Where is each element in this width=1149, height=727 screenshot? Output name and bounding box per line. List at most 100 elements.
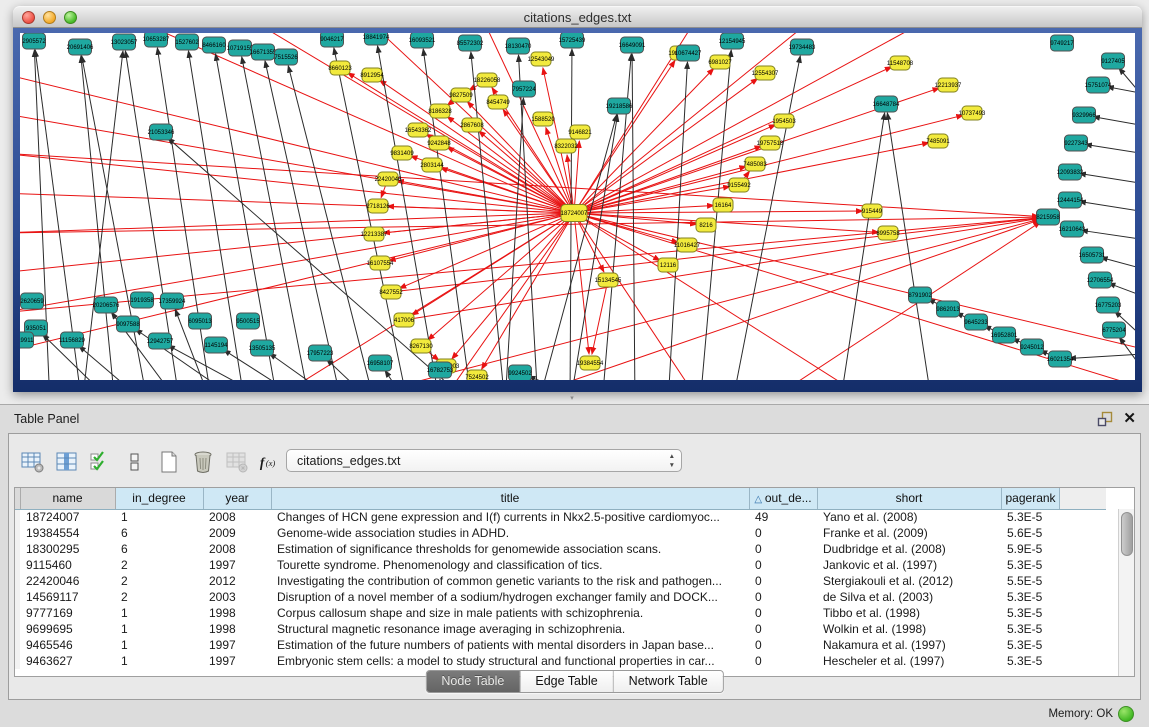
network-node[interactable]: 11156829 [59,332,85,348]
network-node[interactable]: 11548708 [887,56,914,70]
network-node[interactable]: 16164 [713,198,733,212]
network-node[interactable]: 9827509 [449,88,473,102]
network-node[interactable]: 8660123 [328,61,352,75]
network-node[interactable]: 21053346 [148,124,175,140]
column-header-out-de[interactable]: △ out_de... [749,488,817,509]
network-node[interactable]: 85572302 [457,35,484,51]
float-panel-icon[interactable] [1097,411,1113,427]
column-header-pagerank[interactable]: pagerank [1001,488,1059,509]
network-svg[interactable]: 1872400712543049182260589827509818632816… [20,33,1135,380]
network-node[interactable]: 15751074 [1085,77,1112,93]
memory-status-icon[interactable] [1118,706,1134,722]
network-node[interactable]: 8267130 [409,339,433,353]
network-node[interactable]: 13505135 [249,340,276,356]
network-node[interactable]: 8322032 [554,139,578,153]
network-node[interactable]: 12706554 [1087,272,1114,288]
tab-node-table[interactable]: Node Table [426,671,520,692]
table-row[interactable]: 946362711997Embryonic stem cells: a mode… [15,653,1106,669]
network-node[interactable]: 12213937 [935,78,962,92]
network-node[interactable]: 10653287 [143,33,170,47]
network-node[interactable]: 8427552 [379,285,403,299]
network-node[interactable]: 417006 [394,313,415,327]
network-node[interactable]: 8454749 [486,95,510,109]
network-node[interactable]: 1954503 [772,114,796,128]
network-node[interactable]: 16782753 [427,362,454,378]
network-node[interactable]: 16093521 [409,33,436,48]
network-node[interactable]: 8466160 [202,37,226,53]
network-node[interactable]: 18724007 [561,205,588,222]
row-height-icon[interactable] [121,449,148,476]
network-node[interactable]: 16648784 [873,96,900,112]
column-header-year[interactable]: year [203,488,271,509]
network-node[interactable]: 7515526 [274,49,298,65]
close-icon[interactable]: ✕ [1123,409,1136,427]
network-node[interactable]: 12154945 [719,33,746,49]
window-titlebar[interactable]: citations_edges.txt [13,6,1142,28]
network-node[interactable]: 7485083 [743,157,767,171]
selected-rows-icon[interactable] [87,449,114,476]
network-node[interactable]: 18841974 [363,33,390,45]
network-node[interactable]: 12116 [658,258,678,272]
network-node[interactable]: 19734483 [789,39,816,55]
network-node[interactable]: 19384554 [577,356,604,370]
network-node[interactable]: 1145194 [205,337,229,353]
network-node[interactable]: 16649091 [619,37,646,53]
network-node[interactable]: 8791902 [908,287,932,303]
network-node[interactable]: 12543049 [528,52,555,66]
network-node[interactable]: 12444154 [1057,192,1084,208]
network-node[interactable]: 9329966 [1072,107,1096,123]
network-node[interactable]: 8186328 [428,104,452,118]
network-node[interactable]: 16775203 [1095,297,1122,313]
network-node[interactable]: 16021354 [1047,351,1074,367]
network-node[interactable]: 17957223 [307,345,334,361]
network-node[interactable]: 7524502 [465,370,489,380]
table-row[interactable]: 1456911722003Disruption of a novel membe… [15,589,1106,605]
network-node[interactable]: 16107554 [367,256,394,270]
network-node[interactable]: 10674427 [675,45,702,61]
network-node[interactable]: 8995758 [876,226,900,240]
network-node[interactable]: 9227343 [1064,135,1088,151]
network-node[interactable]: 1527602 [175,34,199,50]
network-node[interactable]: 12093832 [1057,164,1084,180]
network-node[interactable]: 16958107 [367,355,394,371]
network-node[interactable]: 9500515 [236,313,260,329]
create-column-icon[interactable] [155,449,182,476]
table-row[interactable]: 1830029562008Estimation of significance … [15,541,1106,557]
table-row[interactable]: 2242004622012Investigating the contribut… [15,573,1106,589]
table-selector-dropdown[interactable]: citations_edges.txt ▲▼ [286,449,682,472]
scrollbar-thumb[interactable] [1121,512,1133,556]
column-visibility-icon[interactable] [53,449,80,476]
network-node[interactable]: 9242848 [427,136,451,150]
network-node[interactable]: 8216 [696,218,716,232]
network-node[interactable]: 1919358 [130,292,154,308]
network-node[interactable]: 9924502 [508,365,532,380]
network-node[interactable]: 12942757 [147,333,174,349]
network-node[interactable]: 16505731 [1079,247,1106,263]
network-node[interactable]: 9749217 [1050,35,1074,51]
delete-column-icon[interactable] [189,449,216,476]
network-node[interactable]: 9127405 [1101,53,1125,69]
network-node[interactable]: 11016427 [674,238,701,252]
network-node[interactable]: 10737493 [959,106,986,120]
network-node[interactable]: 6981027 [708,55,732,69]
table-row[interactable]: 977716911998Corpus callosum shape and si… [15,605,1106,621]
network-node[interactable]: 12213387 [361,227,388,241]
network-node[interactable]: 7957224 [512,81,536,97]
network-node[interactable]: 17359924 [159,293,186,309]
network-node[interactable]: 2867608 [460,118,484,132]
network-node[interactable]: 2718126 [366,199,390,213]
network-node[interactable]: 13023057 [111,34,138,50]
network-node[interactable]: 19757518 [757,136,784,150]
panel-divider-grip[interactable]: ▾ [566,396,578,402]
network-node[interactable]: 12554307 [752,66,779,80]
table-row[interactable]: 1872400712008Changes of HCN gene express… [15,509,1106,525]
network-node[interactable]: 6775204 [1102,322,1126,338]
table-row[interactable]: 969969511998Structural magnetic resonanc… [15,621,1106,637]
tab-edge-table[interactable]: Edge Table [520,671,613,692]
network-node[interactable]: 10719155 [227,40,254,56]
network-node[interactable]: 15725439 [559,33,586,48]
table-row[interactable]: 1938455462009Genome-wide association stu… [15,525,1106,541]
network-node[interactable]: 6095013 [188,313,212,329]
vertical-scrollbar[interactable] [1118,509,1134,676]
network-node[interactable]: 9245012 [1020,339,1044,355]
